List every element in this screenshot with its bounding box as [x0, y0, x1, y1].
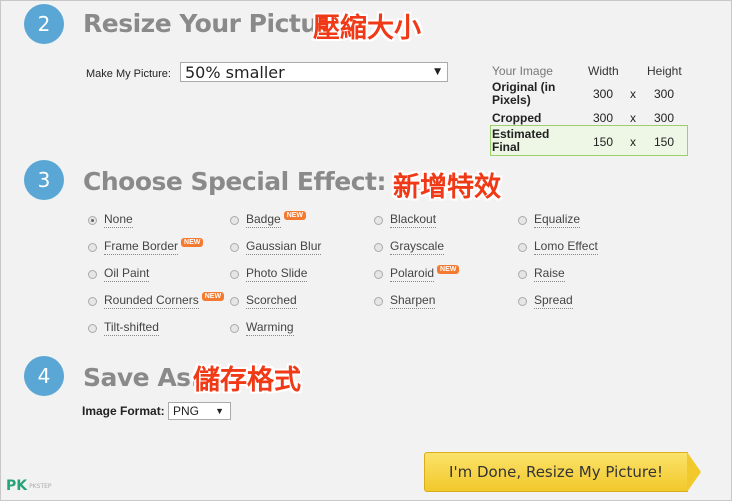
effect-radio[interactable] [374, 269, 383, 279]
effect-label: Raise [534, 266, 565, 282]
chevron-down-icon: ▼ [215, 406, 224, 416]
effect-label: Scorched [246, 293, 297, 309]
row-final-width: 150 [593, 135, 614, 149]
effect-radio[interactable] [518, 269, 527, 279]
row-original-width: 300 [593, 87, 614, 101]
effect-label: Sharpen [390, 293, 436, 309]
header-height: Height [647, 64, 682, 78]
effect-label: Frame Border [104, 239, 179, 255]
effect-option[interactable]: Grayscale [374, 239, 445, 255]
effect-option[interactable]: Scorched [230, 293, 297, 309]
effect-option[interactable]: Frame Border NEW [88, 237, 204, 255]
effect-radio[interactable] [88, 296, 97, 306]
effect-option[interactable]: Equalize [518, 212, 581, 228]
image-format-select[interactable]: PNG ▼ [168, 402, 231, 420]
effect-radio[interactable] [374, 215, 383, 225]
effect-label: Equalize [534, 212, 581, 228]
step-3-circle: 3 [24, 160, 64, 200]
effect-label: Oil Paint [104, 266, 150, 282]
step-3-title-text: Choose Special Effect: [83, 167, 386, 196]
effect-label: Warming [246, 320, 294, 336]
row-cropped-width: 300 [593, 111, 614, 125]
effect-radio[interactable] [230, 296, 239, 306]
image-format-label: Image Format: [82, 404, 165, 418]
step-2-number: 2 [37, 12, 51, 36]
pk-logo-sub: PKSTEP [29, 482, 52, 490]
row-final-label: Estimated Final [492, 127, 550, 154]
pk-logo: PK PKSTEP [6, 478, 52, 494]
effect-option[interactable]: Polaroid NEW [374, 264, 460, 282]
step-3-number: 3 [37, 168, 51, 192]
row-final-x: x [630, 135, 636, 149]
row-cropped-label: Cropped [492, 111, 542, 125]
effect-label: Tilt-shifted [104, 320, 159, 336]
step-3-annotation: 新增特效 [393, 172, 501, 203]
effect-radio[interactable] [230, 242, 239, 252]
done-button-arrow-tip[interactable] [687, 452, 701, 492]
effect-option[interactable]: Photo Slide [230, 266, 308, 282]
effect-option[interactable]: Raise [518, 266, 565, 282]
effect-radio[interactable] [88, 242, 97, 252]
effect-label: Photo Slide [246, 266, 308, 282]
effect-label: Rounded Corners [104, 293, 199, 309]
done-resize-button[interactable]: I'm Done, Resize My Picture! [424, 452, 688, 492]
step-2-circle: 2 [24, 4, 64, 44]
effect-option[interactable]: Sharpen [374, 293, 436, 309]
new-badge: NEW [201, 291, 225, 301]
effect-option[interactable]: None [88, 212, 133, 228]
effect-radio[interactable] [518, 242, 527, 252]
effect-radio[interactable] [518, 296, 527, 306]
effect-radio[interactable] [88, 269, 97, 279]
effect-option[interactable]: Lomo Effect [518, 239, 598, 255]
row-original-label: Original (in Pixels) [492, 80, 556, 107]
step-4-number: 4 [37, 364, 51, 388]
effect-label: Polaroid [390, 266, 435, 282]
effect-label: Lomo Effect [534, 239, 598, 255]
new-badge: NEW [181, 237, 204, 247]
image-format-value: PNG [173, 404, 200, 418]
header-your-image: Your Image [492, 64, 553, 78]
step-4-annotation: 儲存格式 [193, 365, 301, 396]
effect-label: Badge [246, 212, 281, 228]
effect-option[interactable]: Spread [518, 293, 573, 309]
effect-radio[interactable] [374, 242, 383, 252]
effect-option[interactable]: Blackout [374, 212, 437, 228]
step-4-title: Save As: [83, 363, 201, 392]
row-cropped-height: 300 [654, 111, 675, 125]
effect-radio[interactable] [88, 323, 97, 333]
effect-option[interactable]: Rounded Corners NEW [88, 291, 225, 309]
effect-option[interactable]: Warming [230, 320, 294, 336]
effect-label: Grayscale [390, 239, 445, 255]
size-select-value: 50% smaller [185, 62, 285, 82]
row-original-x: x [630, 87, 636, 101]
effect-label: Spread [534, 293, 573, 309]
effect-option[interactable]: Badge NEW [230, 210, 307, 228]
step-2-annotation: 壓縮大小 [313, 13, 421, 44]
done-resize-button-label: I'm Done, Resize My Picture! [449, 463, 663, 481]
effect-label: Blackout [390, 212, 437, 228]
new-badge: NEW [437, 264, 460, 274]
header-width: Width [588, 64, 619, 78]
new-badge: NEW [283, 210, 307, 220]
size-select[interactable]: 50% smaller ▼ [180, 62, 448, 82]
row-final-height: 150 [654, 135, 675, 149]
effect-label: Gaussian Blur [246, 239, 322, 255]
effect-radio[interactable] [230, 215, 239, 225]
chevron-down-icon: ▼ [434, 67, 441, 77]
effect-radio[interactable] [230, 323, 239, 333]
row-cropped-x: x [630, 111, 636, 125]
effect-radio[interactable] [518, 215, 527, 225]
effect-radio[interactable] [230, 269, 239, 279]
effect-option[interactable]: Tilt-shifted [88, 320, 159, 336]
pk-logo-text: PK [6, 478, 28, 494]
effect-option[interactable]: Oil Paint [88, 266, 150, 282]
step-4-circle: 4 [24, 356, 64, 396]
effect-label: None [104, 212, 133, 228]
effect-radio[interactable] [88, 215, 97, 225]
make-picture-label: Make My Picture: [86, 68, 171, 80]
effect-radio[interactable] [374, 296, 383, 306]
row-original-height: 300 [654, 87, 675, 101]
effect-option[interactable]: Gaussian Blur [230, 239, 322, 255]
